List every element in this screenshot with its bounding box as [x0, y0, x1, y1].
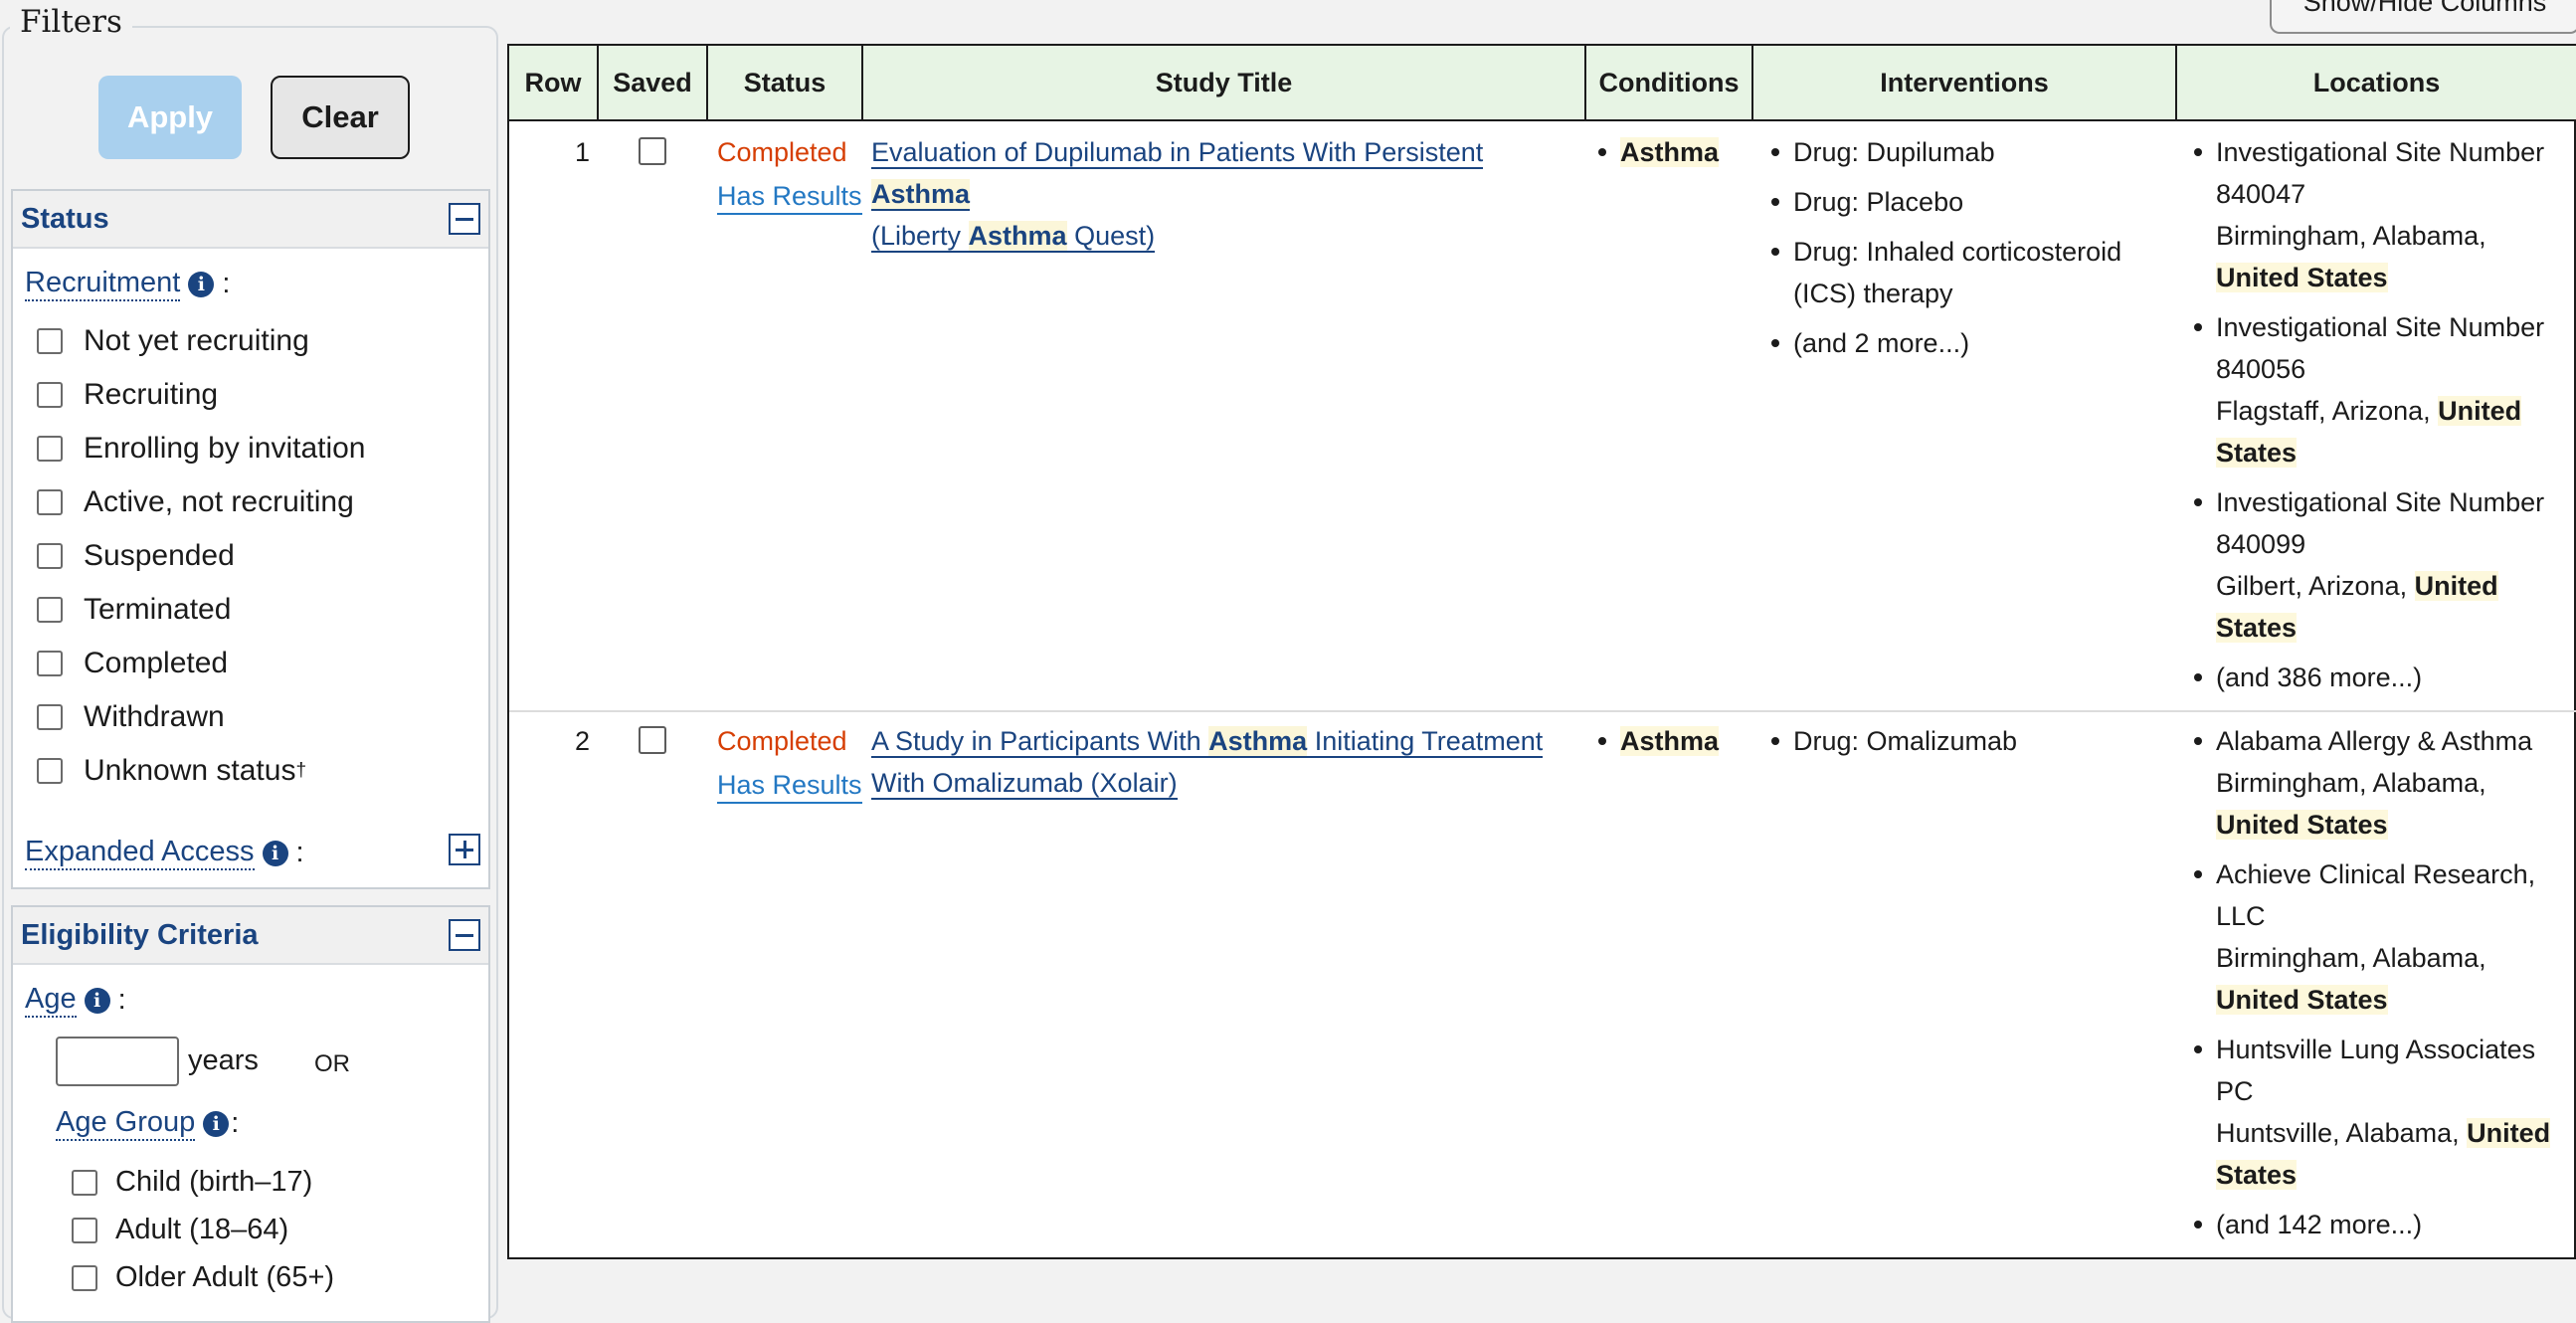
info-icon[interactable]: i — [262, 840, 288, 866]
location-item: Achieve Clinical Research, LLC Birmingha… — [2192, 853, 2570, 1021]
intervention-item: Drug: Placebo — [1769, 181, 2167, 223]
more-locations: (and 142 more...) — [2192, 1204, 2570, 1245]
filter-age-older-adult[interactable]: Older Adult (65+) — [72, 1261, 334, 1294]
age-input[interactable] — [56, 1037, 179, 1086]
checkbox[interactable] — [72, 1264, 97, 1291]
condition-item: Asthma — [1596, 720, 1746, 762]
filter-recruiting[interactable]: Recruiting — [37, 378, 218, 412]
has-results-link[interactable]: Has Results — [717, 768, 862, 804]
interventions-list: Drug: Dupilumab Drug: Placebo Drug: Inha… — [1769, 131, 2167, 372]
collapse-icon[interactable] — [449, 203, 480, 235]
has-results-link[interactable]: Has Results — [717, 179, 862, 215]
filter-unknown-status[interactable]: Unknown status † — [37, 754, 306, 788]
show-hide-columns-button[interactable]: Show/Hide Columns — [2270, 0, 2576, 34]
header-study-title[interactable]: Study Title — [863, 46, 1586, 119]
age-group-label[interactable]: Age Group i : — [56, 1106, 239, 1141]
recruitment-label-text: Recruitment — [25, 267, 181, 301]
status-completed: Completed — [717, 137, 847, 167]
or-label: OR — [314, 1050, 350, 1077]
checkbox[interactable] — [37, 489, 63, 515]
checkbox[interactable] — [37, 704, 63, 730]
checkbox[interactable] — [37, 328, 63, 354]
status-section: Status Recruitment i : Not yet recruitin… — [11, 189, 490, 889]
years-label: years — [188, 1044, 259, 1076]
header-status[interactable]: Status — [708, 46, 863, 119]
age-label[interactable]: Age i : — [25, 983, 126, 1018]
interventions-list: Drug: Omalizumab — [1769, 720, 2167, 770]
header-conditions[interactable]: Conditions — [1586, 46, 1753, 119]
checkbox[interactable] — [37, 382, 63, 408]
conditions-list: Asthma — [1596, 131, 1746, 181]
location-item: Investigational Site Number 840099 Gilbe… — [2192, 481, 2570, 649]
age-group-text: Age Group — [56, 1106, 196, 1141]
header-locations[interactable]: Locations — [2177, 46, 2576, 119]
conditions-list: Asthma — [1596, 720, 1746, 770]
checkbox[interactable] — [37, 651, 63, 676]
info-icon[interactable]: i — [203, 1110, 230, 1137]
more-locations: (and 386 more...) — [2192, 657, 2570, 698]
checkbox[interactable] — [37, 436, 63, 462]
filter-suspended[interactable]: Suspended — [37, 539, 235, 573]
header-row[interactable]: Row — [509, 46, 599, 119]
filter-not-yet-recruiting[interactable]: Not yet recruiting — [37, 324, 309, 358]
age-label-text: Age — [25, 983, 77, 1018]
checkbox[interactable] — [37, 543, 63, 569]
eligibility-section-title: Eligibility Criteria — [21, 918, 259, 951]
location-item: Huntsville Lung Associates PC Huntsville… — [2192, 1029, 2570, 1196]
collapse-icon[interactable] — [449, 919, 480, 951]
row-number: 1 — [575, 137, 591, 167]
info-icon[interactable]: i — [84, 987, 110, 1014]
intervention-item: (and 2 more...) — [1769, 322, 2167, 364]
intervention-item: Drug: Inhaled corticosteroid (ICS) thera… — [1769, 231, 2167, 314]
condition-item: Asthma — [1596, 131, 1746, 173]
save-checkbox[interactable] — [639, 726, 666, 754]
apply-button[interactable]: Apply — [98, 76, 242, 159]
clear-button[interactable]: Clear — [271, 76, 410, 159]
header-interventions[interactable]: Interventions — [1753, 46, 2177, 119]
filter-withdrawn[interactable]: Withdrawn — [37, 700, 225, 734]
row-divider — [509, 710, 2576, 712]
filters-legend: Filters — [10, 4, 132, 40]
location-item: Alabama Allergy & Asthma Birmingham, Ala… — [2192, 720, 2570, 846]
expanded-access-text: Expanded Access — [25, 836, 255, 870]
checkbox[interactable] — [72, 1217, 97, 1243]
save-checkbox[interactable] — [639, 137, 666, 165]
table-header: Row Saved Status Study Title Conditions … — [509, 46, 2576, 121]
header-saved[interactable]: Saved — [599, 46, 708, 119]
filter-enrolling-by-invitation[interactable]: Enrolling by invitation — [37, 432, 366, 466]
filter-age-adult[interactable]: Adult (18–64) — [72, 1214, 288, 1246]
eligibility-section-header[interactable]: Eligibility Criteria — [13, 907, 488, 965]
filter-terminated[interactable]: Terminated — [37, 593, 231, 627]
filter-active-not-recruiting[interactable]: Active, not recruiting — [37, 485, 354, 519]
status-completed: Completed — [717, 726, 847, 756]
eligibility-section: Eligibility Criteria Age i : years OR Ag… — [11, 905, 490, 1323]
study-title-link[interactable]: A Study in Participants With Asthma Init… — [871, 720, 1577, 804]
location-item: Investigational Site Number 840056 Flags… — [2192, 306, 2570, 473]
checkbox[interactable] — [37, 597, 63, 623]
checkbox[interactable] — [37, 758, 63, 784]
row-number: 2 — [575, 726, 591, 756]
recruitment-label[interactable]: Recruitment i : — [25, 267, 230, 301]
expand-icon[interactable] — [449, 834, 480, 865]
expanded-access-label[interactable]: Expanded Access i : — [25, 836, 304, 870]
intervention-item: Drug: Omalizumab — [1769, 720, 2167, 762]
dagger-footnote: † — [295, 760, 307, 781]
filter-age-child[interactable]: Child (birth–17) — [72, 1166, 312, 1199]
study-title-link[interactable]: Evaluation of Dupilumab in Patients With… — [871, 131, 1577, 257]
locations-list: Investigational Site Number 840047 Birmi… — [2192, 131, 2570, 706]
status-section-header[interactable]: Status — [13, 191, 488, 249]
info-icon[interactable]: i — [188, 271, 215, 297]
locations-list: Alabama Allergy & Asthma Birmingham, Ala… — [2192, 720, 2570, 1253]
filter-completed[interactable]: Completed — [37, 647, 228, 680]
results-table: Row Saved Status Study Title Conditions … — [507, 44, 2576, 1259]
status-section-title: Status — [21, 202, 109, 235]
intervention-item: Drug: Dupilumab — [1769, 131, 2167, 173]
checkbox[interactable] — [72, 1169, 97, 1196]
location-item: Investigational Site Number 840047 Birmi… — [2192, 131, 2570, 298]
